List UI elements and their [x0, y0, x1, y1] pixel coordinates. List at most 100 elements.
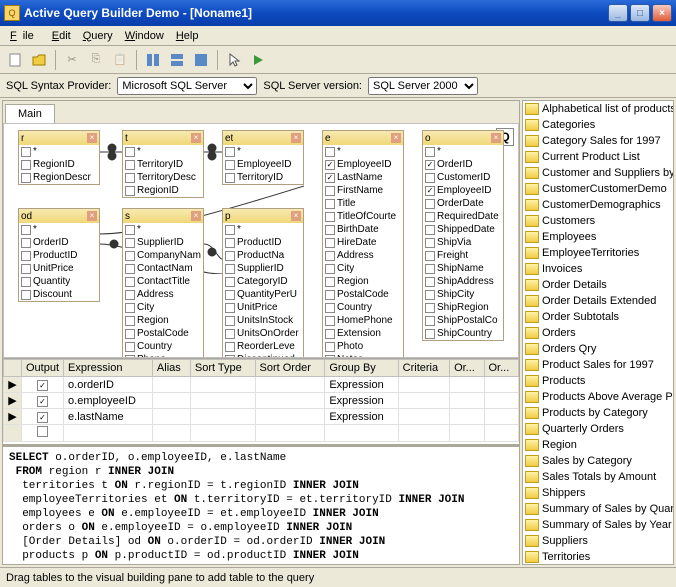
field-row[interactable]: *	[423, 145, 503, 158]
field-row[interactable]: PostalCode	[123, 327, 203, 340]
field-checkbox[interactable]	[225, 264, 235, 274]
field-checkbox[interactable]	[425, 303, 435, 313]
field-row[interactable]: Address	[123, 288, 203, 301]
field-row[interactable]: FirstName	[323, 184, 403, 197]
tree-item[interactable]: Orders	[523, 325, 673, 341]
layout3-icon[interactable]	[190, 49, 212, 71]
field-checkbox[interactable]	[125, 160, 135, 170]
tree-item[interactable]: Customers	[523, 213, 673, 229]
field-row[interactable]: SupplierID	[123, 236, 203, 249]
table-tree[interactable]: Alphabetical list of productsCategoriesC…	[522, 100, 674, 565]
field-row[interactable]: City	[323, 262, 403, 275]
field-row[interactable]: TitleOfCourte	[323, 210, 403, 223]
tree-item[interactable]: Products	[523, 373, 673, 389]
field-checkbox[interactable]	[225, 290, 235, 300]
grid-header[interactable]: Or...	[450, 360, 484, 377]
field-row[interactable]: *	[19, 223, 99, 236]
output-checkbox[interactable]: ✓	[37, 396, 48, 407]
tree-item[interactable]: Sales Totals by Amount	[523, 469, 673, 485]
field-row[interactable]: QuantityPerU	[223, 288, 303, 301]
field-row[interactable]: OrderDate	[423, 197, 503, 210]
field-row[interactable]: ReorderLeve	[223, 340, 303, 353]
field-checkbox[interactable]	[425, 329, 435, 339]
field-row[interactable]: ShipVia	[423, 236, 503, 249]
copy-icon[interactable]: ⎘	[85, 49, 107, 71]
tree-item[interactable]: Order Subtotals	[523, 309, 673, 325]
field-checkbox[interactable]	[325, 212, 335, 222]
field-checkbox[interactable]	[425, 212, 435, 222]
field-row[interactable]: ContactTitle	[123, 275, 203, 288]
grid-row[interactable]: ▶✓e.lastNameExpression	[4, 409, 519, 425]
field-checkbox[interactable]	[225, 303, 235, 313]
menu-window[interactable]: Window	[119, 28, 170, 44]
tree-item[interactable]: Invoices	[523, 261, 673, 277]
field-checkbox[interactable]	[125, 316, 135, 326]
field-checkbox[interactable]	[21, 173, 31, 183]
field-row[interactable]: UnitsOnOrder	[223, 327, 303, 340]
field-checkbox[interactable]	[425, 173, 435, 183]
field-checkbox[interactable]	[425, 316, 435, 326]
field-row[interactable]: TerritoryID	[123, 158, 203, 171]
grid-expr[interactable]: o.employeeID	[64, 393, 153, 409]
field-checkbox[interactable]	[425, 290, 435, 300]
field-checkbox[interactable]	[325, 303, 335, 313]
field-row[interactable]: BirthDate	[323, 223, 403, 236]
syntax-select[interactable]: Microsoft SQL Server	[117, 77, 257, 95]
field-checkbox[interactable]	[125, 186, 135, 196]
field-checkbox[interactable]	[225, 277, 235, 287]
tree-item[interactable]: Region	[523, 437, 673, 453]
field-checkbox[interactable]	[325, 342, 335, 352]
field-checkbox[interactable]	[125, 303, 135, 313]
field-checkbox[interactable]	[225, 160, 235, 170]
field-checkbox[interactable]	[425, 147, 435, 157]
grid-header[interactable]: Sort Type	[190, 360, 255, 377]
field-checkbox[interactable]	[225, 316, 235, 326]
paste-icon[interactable]: 📋	[109, 49, 131, 71]
field-checkbox[interactable]	[425, 199, 435, 209]
close-button[interactable]: ×	[652, 4, 672, 22]
tree-item[interactable]: Shippers	[523, 485, 673, 501]
field-row[interactable]: Title	[323, 197, 403, 210]
field-row[interactable]: *	[123, 223, 203, 236]
tree-item[interactable]: Employees	[523, 229, 673, 245]
field-checkbox[interactable]	[125, 355, 135, 359]
field-row[interactable]: *	[19, 145, 99, 158]
field-checkbox[interactable]	[425, 277, 435, 287]
field-row[interactable]: CategoryID	[223, 275, 303, 288]
field-checkbox[interactable]	[21, 277, 31, 287]
table-close-icon[interactable]: ×	[491, 133, 501, 143]
field-checkbox[interactable]	[21, 147, 31, 157]
table-box-et[interactable]: et×*EmployeeIDTerritoryID	[222, 130, 304, 185]
tab-main[interactable]: Main	[5, 104, 55, 123]
field-checkbox[interactable]	[225, 355, 235, 359]
field-checkbox[interactable]	[21, 264, 31, 274]
field-row[interactable]: UnitsInStock	[223, 314, 303, 327]
field-checkbox[interactable]	[21, 160, 31, 170]
menu-help[interactable]: Help	[170, 28, 205, 44]
field-checkbox[interactable]	[125, 264, 135, 274]
tree-item[interactable]: Orders Qry	[523, 341, 673, 357]
field-row[interactable]: UnitPrice	[19, 262, 99, 275]
grid-header[interactable]: Alias	[152, 360, 190, 377]
field-row[interactable]: Country	[323, 301, 403, 314]
field-row[interactable]: CustomerID	[423, 171, 503, 184]
field-row[interactable]: ✓LastName	[323, 171, 403, 184]
grid-header[interactable]: Group By	[325, 360, 398, 377]
table-close-icon[interactable]: ×	[87, 133, 97, 143]
menu-edit[interactable]: Edit	[46, 28, 77, 44]
field-row[interactable]: Country	[123, 340, 203, 353]
tree-item[interactable]: Order Details Extended	[523, 293, 673, 309]
field-row[interactable]: ShipPostalCo	[423, 314, 503, 327]
tree-item[interactable]: Summary of Sales by Year	[523, 517, 673, 533]
field-checkbox[interactable]	[325, 147, 335, 157]
field-row[interactable]: RegionID	[19, 158, 99, 171]
version-select[interactable]: SQL Server 2000	[368, 77, 478, 95]
field-row[interactable]: TerritoryID	[223, 171, 303, 184]
table-close-icon[interactable]: ×	[191, 133, 201, 143]
tree-item[interactable]: Categories	[523, 117, 673, 133]
field-row[interactable]: Discount	[19, 288, 99, 301]
minimize-button[interactable]: _	[608, 4, 628, 22]
grid-header[interactable]: Output	[22, 360, 64, 377]
field-row[interactable]: TerritoryDesc	[123, 171, 203, 184]
field-row[interactable]: Extension	[323, 327, 403, 340]
